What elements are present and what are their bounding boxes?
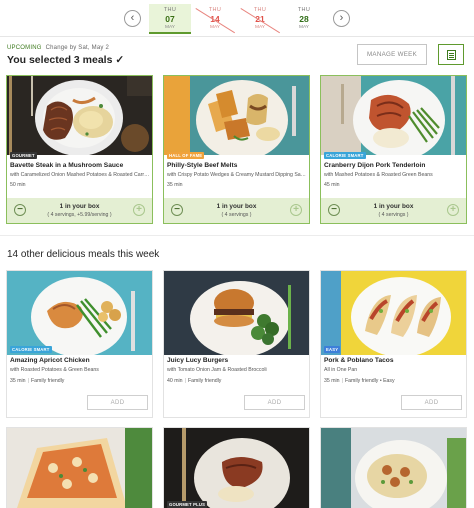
upcoming-tag: Upcoming (7, 45, 42, 51)
meal-title[interactable]: Cranberry Dijon Pork Tenderloin (324, 162, 465, 169)
meal-photo (164, 428, 309, 508)
meal-title[interactable]: Pork & Poblano Tacos (324, 357, 465, 364)
meal-title[interactable]: Bavette Steak in a Mushroom Sauce (10, 162, 151, 169)
in-box-count: 1 in your box (373, 203, 414, 210)
in-box-bar: − 1 in your box ( 4 servings ) + (321, 198, 466, 223)
meal-badge: CALORIE SMART (324, 152, 366, 159)
meal-photo (7, 271, 152, 355)
meal-time: 50 min (10, 182, 26, 188)
week-dow: THU (163, 7, 177, 13)
meal-time: 45 min (324, 182, 340, 188)
week-month: MAY (298, 25, 310, 30)
meal-card[interactable]: Juicy Lucy Burgers with Tomato Onion Jam… (163, 270, 310, 418)
section-divider (0, 235, 474, 236)
meal-tags: Family friendly (187, 378, 222, 384)
meal-subtitle: All in One Pan (324, 367, 358, 373)
meal-meta: 35 min | Family friendly • Easy (324, 378, 395, 384)
meal-card-selected[interactable]: CALORIE SMART Cranberry Dijon Pork Tende… (320, 75, 467, 224)
week-day: 07 (165, 14, 175, 24)
divider (0, 36, 474, 37)
chevron-left-icon[interactable]: ‹ (124, 10, 141, 27)
servings-info: ( 4 servings, +5.99/serving ) (47, 212, 112, 218)
servings-info: ( 4 servings ) (221, 212, 252, 218)
meal-photo (164, 271, 309, 355)
meal-subtitle: with Tomato Onion Jam & Roasted Broccoli (167, 367, 267, 373)
meal-badge: EASY (324, 346, 341, 353)
week-dow: THU (297, 7, 311, 13)
meal-subtitle: with Crispy Potato Wedges & Creamy Musta… (167, 172, 306, 178)
meal-photo (7, 428, 152, 508)
chevron-right-icon[interactable]: › (333, 10, 350, 27)
meal-meta: 40 min | Family friendly (167, 378, 222, 384)
meal-tags: Family friendly • Easy (344, 378, 395, 384)
week-selector: ‹ THU 07 MAY THU 14 MAY THU 21 MAY THU 2… (0, 0, 474, 36)
meal-title[interactable]: Amazing Apricot Chicken (10, 357, 151, 364)
in-box-count: 1 in your box (216, 203, 257, 210)
week-may-07[interactable]: THU 07 MAY (149, 4, 191, 34)
meal-photo (7, 76, 152, 155)
in-box-bar: − 1 in your box ( 4 servings, +5.99/serv… (7, 198, 152, 223)
meal-card[interactable] (6, 427, 153, 508)
in-box-count: 1 in your box (59, 203, 100, 210)
meal-badge: GOURMET PLUS (167, 501, 208, 508)
meal-tags: Family friendly (30, 378, 65, 384)
meal-subtitle: with Roasted Potatoes & Green Beans (10, 367, 99, 373)
meal-subtitle: with Caramelized Onion Mashed Potatoes &… (10, 172, 150, 178)
meal-time: 35 min (167, 182, 183, 188)
meal-time: 35 min (10, 378, 26, 384)
manage-week-button[interactable]: MANAGE WEEK (357, 44, 427, 65)
meal-time: 40 min (167, 378, 183, 384)
meal-card[interactable] (320, 427, 467, 508)
meal-photo (164, 76, 309, 155)
week-may-28[interactable]: THU 28 MAY (283, 4, 325, 34)
meal-card[interactable]: GOURMET PLUS (163, 427, 310, 508)
meal-photo (321, 271, 466, 355)
meal-badge: CALORIE SMART (10, 346, 52, 353)
meal-card-selected[interactable]: HALL OF FAME Philly-Style Beef Melts wit… (163, 75, 310, 224)
add-serving-button[interactable]: + (133, 204, 145, 216)
meal-badge: HALL OF FAME (167, 152, 205, 159)
meal-card[interactable]: EASY Pork & Poblano Tacos All in One Pan… (320, 270, 467, 418)
selected-meals-title: You selected 3 meals ✓ (7, 54, 125, 66)
meal-card[interactable]: CALORIE SMART Amazing Apricot Chicken wi… (6, 270, 153, 418)
meal-subtitle: with Mashed Potatoes & Roasted Green Bea… (324, 172, 433, 178)
meal-meta: 35 min | Family friendly (10, 378, 65, 384)
menu-button[interactable] (438, 44, 464, 65)
change-by-text: Change by Sat, May 2 (45, 45, 109, 51)
meal-photo (321, 76, 466, 155)
add-serving-button[interactable]: + (447, 204, 459, 216)
meal-card-selected[interactable]: GOURMET Bavette Steak in a Mushroom Sauc… (6, 75, 153, 224)
meal-title[interactable]: Juicy Lucy Burgers (167, 357, 308, 364)
meal-badge: GOURMET (10, 152, 37, 159)
add-meal-button[interactable]: ADD (244, 395, 305, 410)
week-day: 28 (299, 14, 309, 24)
add-meal-button[interactable]: ADD (87, 395, 148, 410)
meal-title[interactable]: Philly-Style Beef Melts (167, 162, 308, 169)
in-box-bar: − 1 in your box ( 4 servings ) + (164, 198, 309, 223)
other-meals-title: 14 other delicious meals this week (7, 249, 160, 260)
upcoming-line: Upcoming Change by Sat, May 2 (7, 45, 109, 51)
servings-info: ( 4 servings ) (378, 212, 409, 218)
add-serving-button[interactable]: + (290, 204, 302, 216)
meal-photo (321, 428, 466, 508)
add-meal-button[interactable]: ADD (401, 395, 462, 410)
week-month: MAY (164, 25, 176, 30)
meal-time: 35 min (324, 378, 340, 384)
document-icon (446, 49, 456, 60)
